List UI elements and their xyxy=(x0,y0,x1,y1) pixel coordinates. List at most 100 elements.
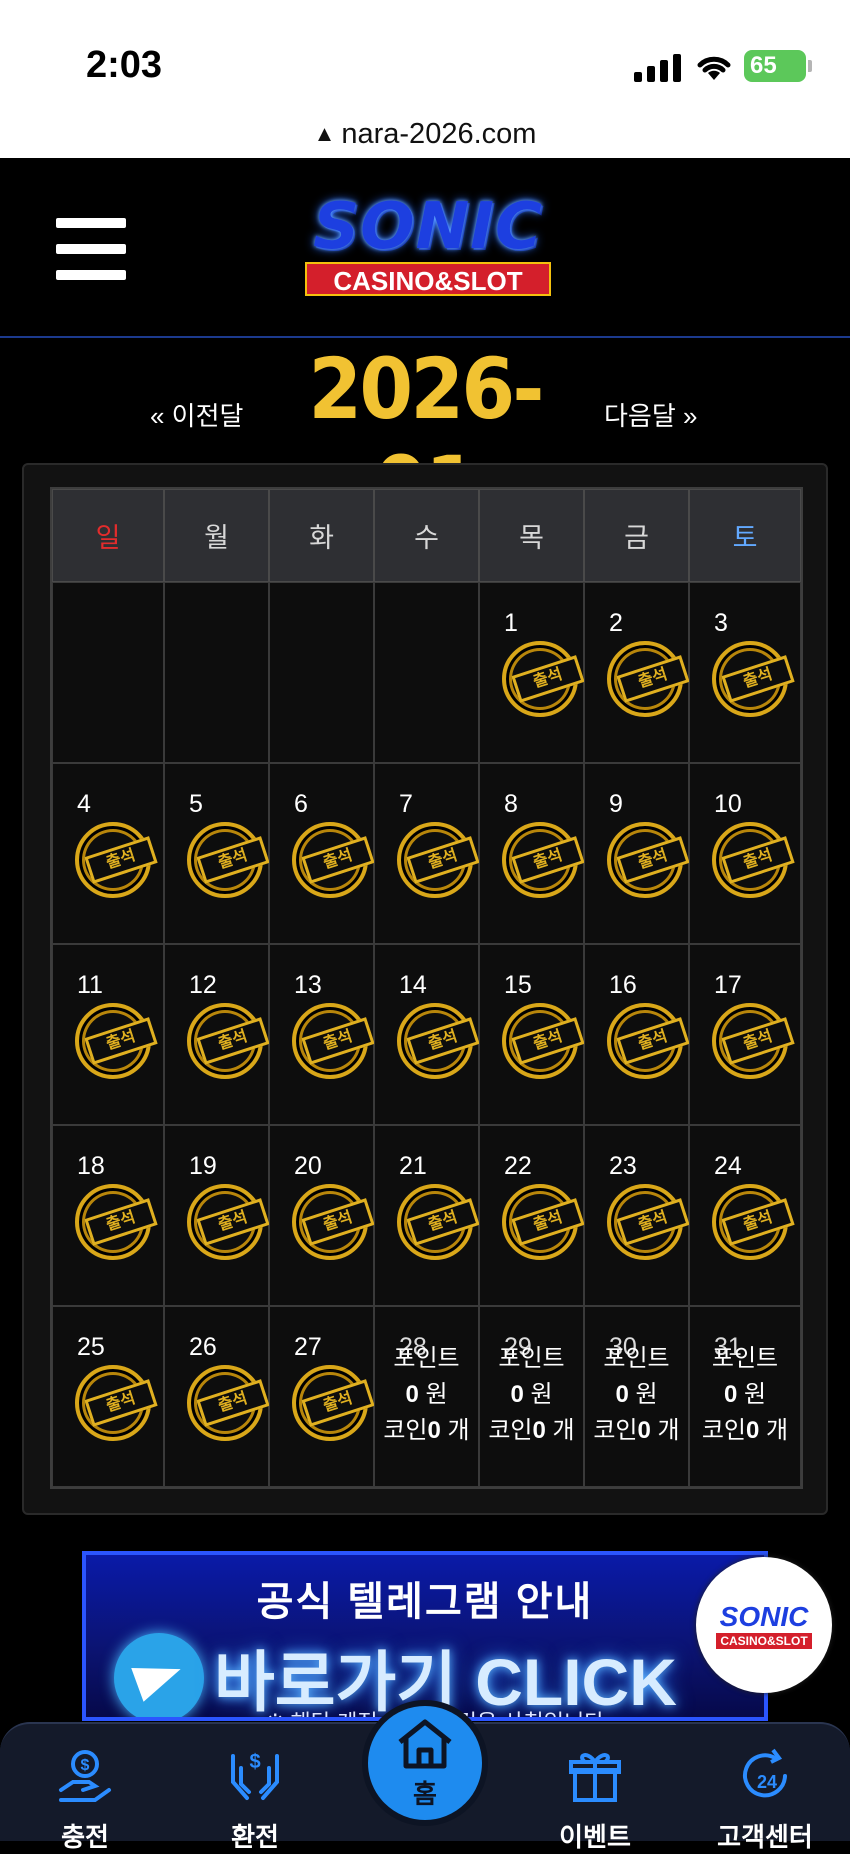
stamp-label: 출석 xyxy=(196,1017,270,1065)
stamp-label: 출석 xyxy=(301,1017,375,1065)
calendar-day-cell: 6 출석 xyxy=(269,763,375,944)
day-number: 4 xyxy=(77,790,91,818)
points-unit: 원 xyxy=(743,1381,767,1408)
nav-charge[interactable]: $ 충전 xyxy=(20,1734,150,1852)
nav-exchange-label: 환전 xyxy=(231,1822,279,1852)
day-number: 26 xyxy=(189,1333,217,1361)
calendar-day-cell: 3 출석 xyxy=(689,582,801,763)
calendar-day-cell: 29 포인트 0 원 코인0 개 xyxy=(479,1306,584,1487)
attendance-stamp-icon: 출석 xyxy=(75,1365,158,1441)
calendar-day-cell: 18 출석 xyxy=(52,1125,164,1306)
stamp-label: 출석 xyxy=(84,836,158,884)
stamp-label: 출석 xyxy=(84,1017,158,1065)
attendance-stamp-icon: 출석 xyxy=(292,1365,375,1441)
nav-home-button[interactable]: 홈 xyxy=(362,1700,488,1826)
day-number: 13 xyxy=(294,971,322,999)
attendance-stamp-icon: 출석 xyxy=(607,1184,690,1260)
stamp-label: 출석 xyxy=(721,836,795,884)
menu-icon[interactable] xyxy=(56,218,126,280)
day-reward-summary: 포인트 0 원 코인0 개 xyxy=(480,1341,583,1449)
badge-subtitle: CASINO&SLOT xyxy=(716,1633,812,1649)
attendance-stamp-icon: 출석 xyxy=(712,641,795,717)
telegram-icon xyxy=(114,1633,204,1717)
status-time: 2:03 xyxy=(86,44,163,86)
calendar-day-cell: 7 출석 xyxy=(374,763,480,944)
calendar-day-cell: 27 출석 xyxy=(269,1306,375,1487)
next-month-link[interactable]: 다음달 » xyxy=(604,396,697,433)
url-bar[interactable]: ▲ nara-2026.com xyxy=(0,110,850,158)
prev-month-link[interactable]: « 이전달 xyxy=(150,396,243,433)
calendar-day-cell: 5 출석 xyxy=(164,763,270,944)
day-number: 16 xyxy=(609,971,637,999)
stamp-label: 출석 xyxy=(721,1198,795,1246)
coin-unit: 개 xyxy=(447,1417,470,1444)
calendar-day-cell: 26 출석 xyxy=(164,1306,270,1487)
day-number: 14 xyxy=(399,971,427,999)
day-number: 24 xyxy=(714,1152,742,1180)
calendar-day-cell: 19 출석 xyxy=(164,1125,270,1306)
calendar-day-cell: 1 출석 xyxy=(479,582,585,763)
stamp-label: 출석 xyxy=(721,1017,795,1065)
day-number: 8 xyxy=(504,790,518,818)
nav-exchange[interactable]: $ 환전 xyxy=(190,1734,320,1852)
attendance-stamp-icon: 출석 xyxy=(502,822,585,898)
logo-wordmark: SONIC xyxy=(313,190,543,264)
points-value: 0 xyxy=(510,1381,524,1408)
cellular-signal-icon xyxy=(634,52,681,82)
day-number: 19 xyxy=(189,1152,217,1180)
weekday-header: 일 xyxy=(52,489,164,582)
day-number: 1 xyxy=(504,609,518,637)
day-number: 7 xyxy=(399,790,413,818)
charge-hand-coin-icon: $ xyxy=(59,1750,111,1802)
attendance-stamp-icon: 출석 xyxy=(75,822,158,898)
day-number: 11 xyxy=(77,971,103,999)
points-label: 포인트 xyxy=(711,1345,779,1372)
attendance-stamp-icon: 출석 xyxy=(502,1003,585,1079)
attendance-stamp-icon: 출석 xyxy=(292,822,375,898)
points-value: 0 xyxy=(405,1381,419,1408)
calendar-empty-cell xyxy=(269,582,374,763)
day-number: 12 xyxy=(189,971,217,999)
day-number: 25 xyxy=(77,1333,105,1361)
sonic-badge-button[interactable]: SONIC CASINO&SLOT xyxy=(696,1557,832,1693)
day-number: 27 xyxy=(294,1333,322,1361)
attendance-stamp-icon: 출석 xyxy=(712,1003,795,1079)
points-value: 0 xyxy=(615,1381,629,1408)
telegram-banner[interactable]: 공식 텔레그램 안내 바로가기 CLICK ※ 해당 계정 외 모든 것은 사칭… xyxy=(82,1551,768,1721)
coin-unit: 개 xyxy=(552,1417,575,1444)
calendar-day-cell: 23 출석 xyxy=(584,1125,690,1306)
attendance-stamp-icon: 출석 xyxy=(502,641,585,717)
day-number: 17 xyxy=(714,971,742,999)
calendar-day-cell: 16 출석 xyxy=(584,944,690,1125)
weekday-header: 화 xyxy=(269,489,374,582)
battery-indicator: 65 xyxy=(744,50,812,82)
attendance-stamp-icon: 출석 xyxy=(187,1184,270,1260)
day-number: 23 xyxy=(609,1152,637,1180)
day-number: 3 xyxy=(714,609,728,637)
coin-label: 코인 xyxy=(593,1417,638,1444)
weekday-header: 금 xyxy=(584,489,689,582)
nav-support[interactable]: 24 고객센터 xyxy=(700,1734,830,1852)
support-24h-icon: 24 xyxy=(743,1748,787,1798)
attendance-stamp-icon: 출석 xyxy=(397,1003,480,1079)
nav-home-label: 홈 xyxy=(413,1778,437,1809)
stamp-label: 출석 xyxy=(721,655,795,703)
attendance-stamp-icon: 출석 xyxy=(187,822,270,898)
site-logo[interactable]: SONIC CASINO&SLOT xyxy=(283,192,573,302)
nav-charge-label: 충전 xyxy=(61,1822,109,1852)
stamp-label: 출석 xyxy=(511,1017,585,1065)
attendance-stamp-icon: 출석 xyxy=(607,1003,690,1079)
stamp-label: 출석 xyxy=(406,836,480,884)
coin-label: 코인 xyxy=(701,1417,747,1444)
stamp-label: 출석 xyxy=(84,1198,158,1246)
weekday-header: 토 xyxy=(689,489,801,582)
nav-event[interactable]: 이벤트 xyxy=(530,1734,660,1852)
day-reward-summary: 포인트 0 원 코인0 개 xyxy=(690,1341,800,1449)
calendar-day-cell: 10 출석 xyxy=(689,763,801,944)
weekday-header: 목 xyxy=(479,489,584,582)
day-reward-summary: 포인트 0 원 코인0 개 xyxy=(375,1341,478,1449)
points-label: 포인트 xyxy=(393,1345,460,1372)
stamp-label: 출석 xyxy=(196,836,270,884)
calendar-day-cell: 8 출석 xyxy=(479,763,585,944)
svg-text:24: 24 xyxy=(757,1772,777,1792)
